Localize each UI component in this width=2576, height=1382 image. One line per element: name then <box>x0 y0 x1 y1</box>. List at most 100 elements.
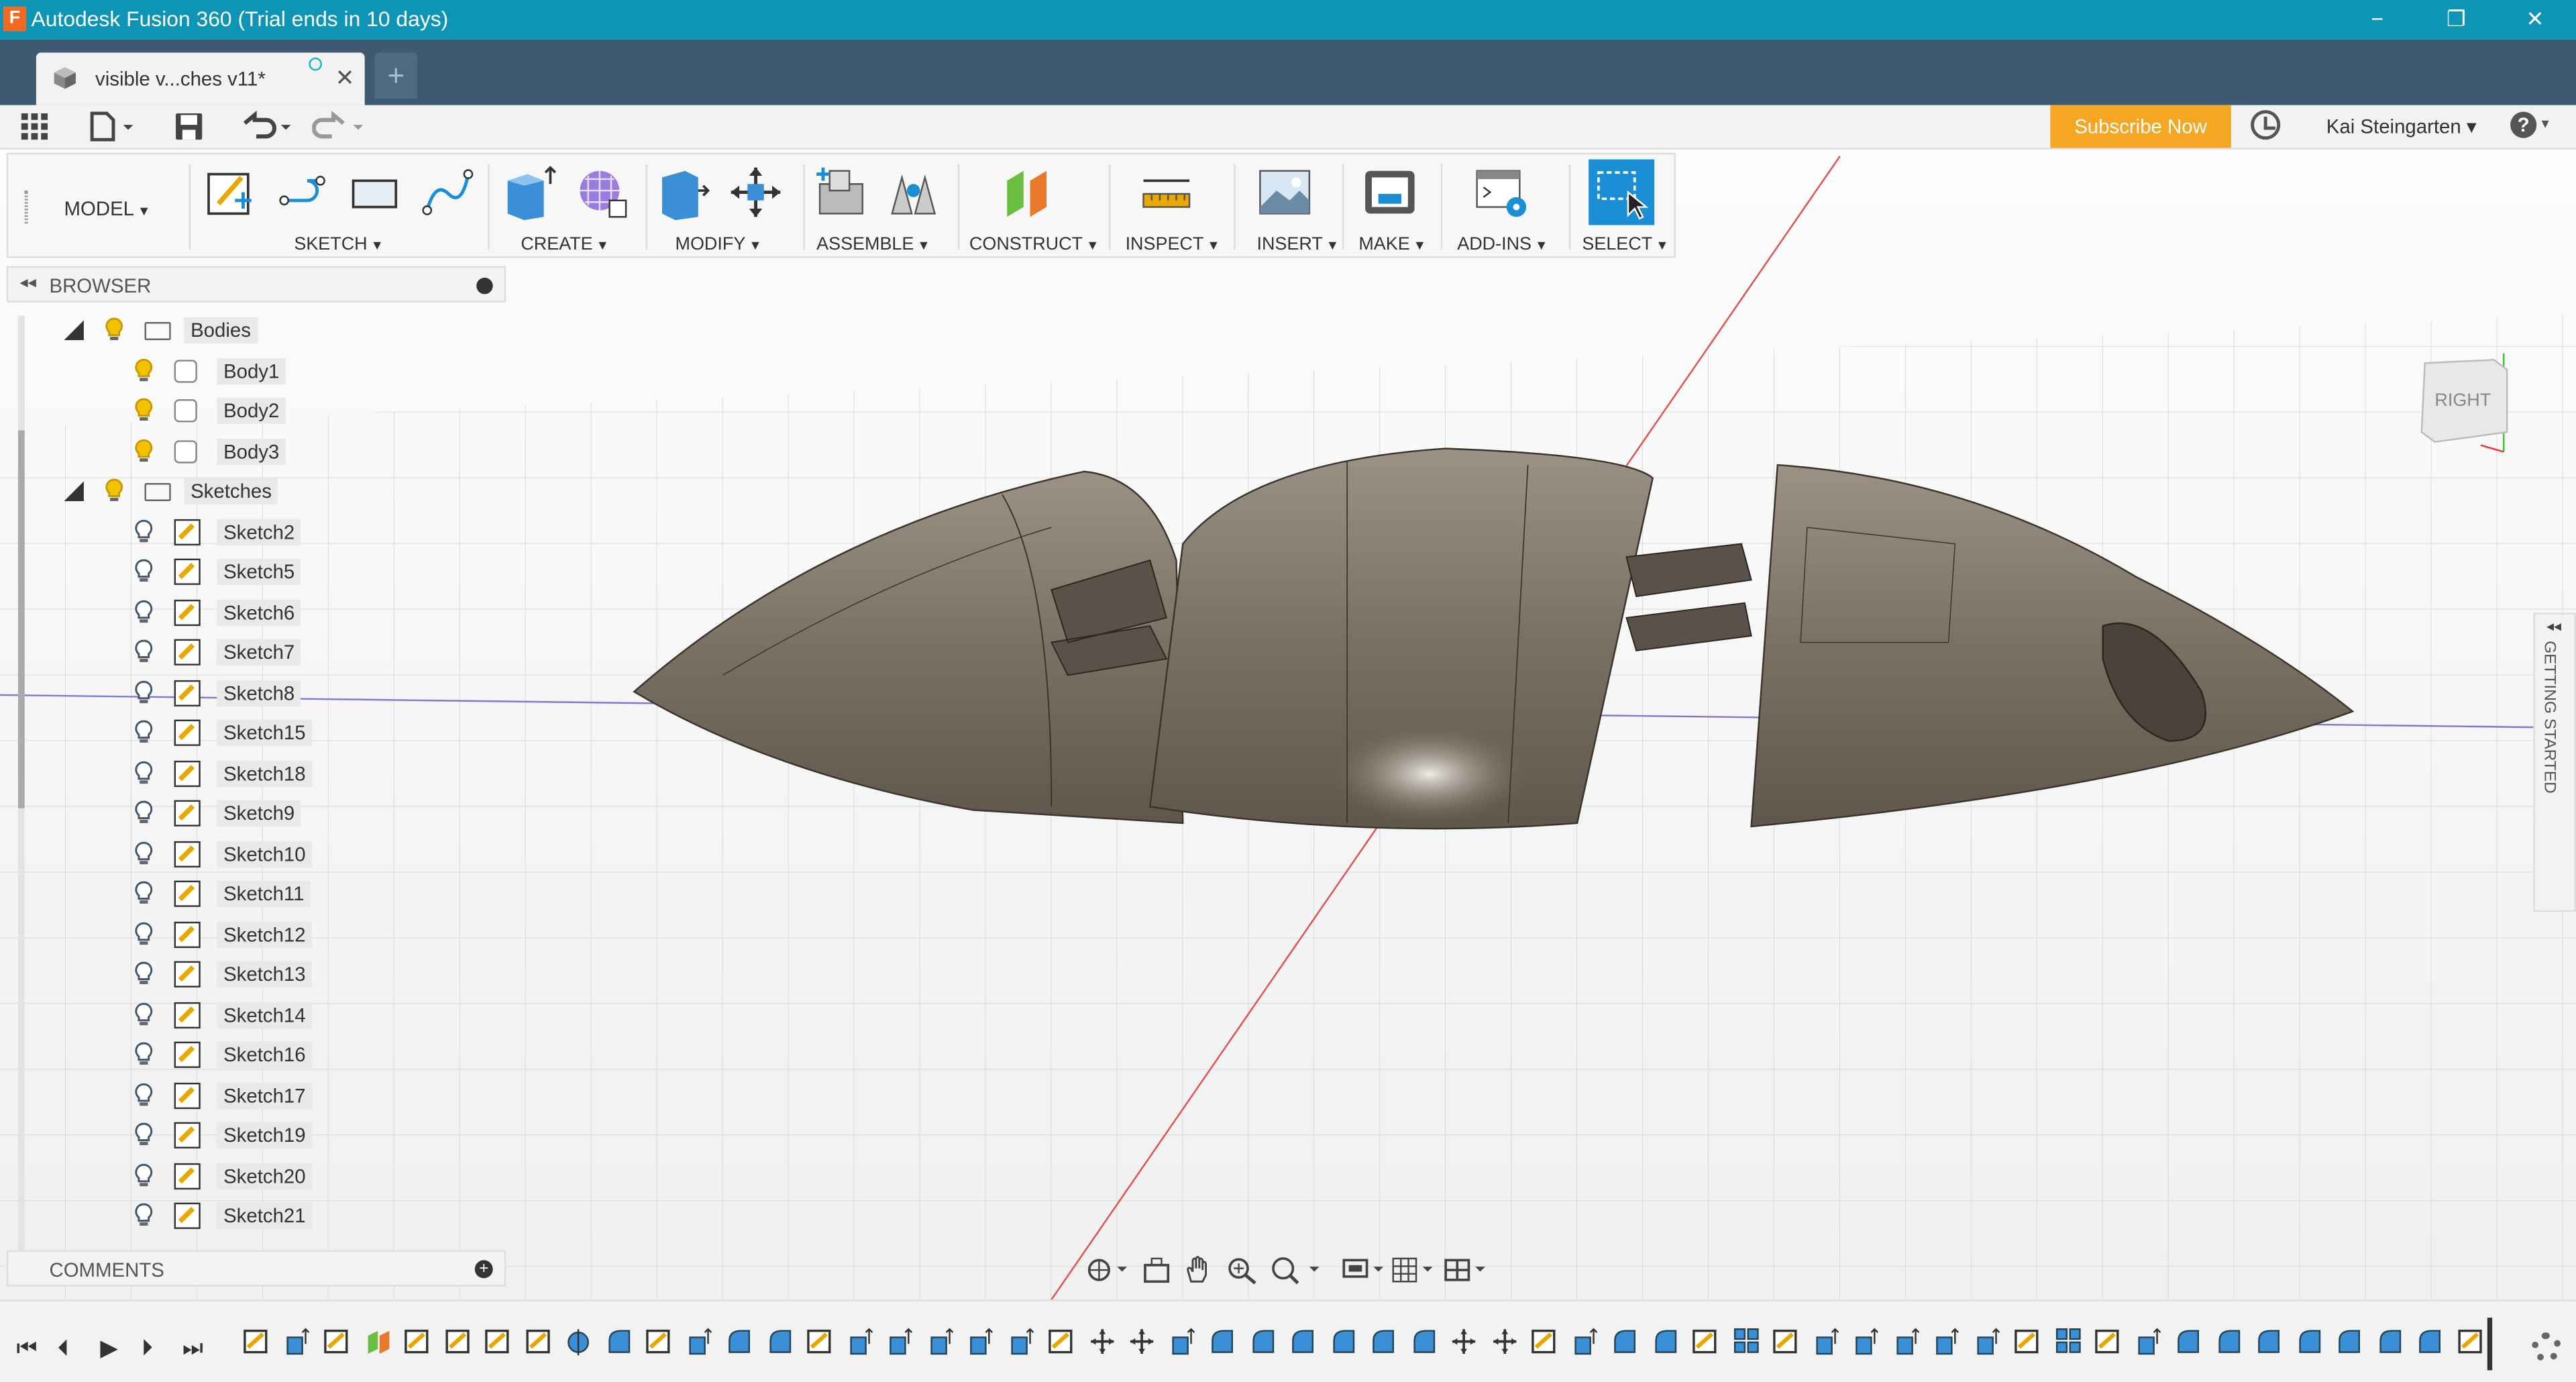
timeline-sketch-icon[interactable] <box>1692 1328 1718 1356</box>
visibility-bulb-icon[interactable] <box>135 1042 153 1067</box>
expand-panel-icon[interactable]: ◂◂ <box>2546 618 2561 636</box>
timeline-fillet-icon[interactable] <box>2416 1328 2443 1356</box>
visibility-bulb-icon[interactable] <box>135 961 153 986</box>
timeline-fillet-icon[interactable] <box>1249 1328 1275 1356</box>
timeline-move-icon[interactable] <box>1088 1328 1114 1356</box>
visibility-bulb-icon[interactable] <box>135 559 153 584</box>
browser-sketch-item[interactable]: Sketch13 <box>7 956 500 992</box>
timeline-fillet-icon[interactable] <box>2255 1328 2282 1356</box>
visibility-bulb-icon[interactable] <box>135 921 153 946</box>
timeline-sketch-icon[interactable] <box>2457 1328 2483 1356</box>
create-sketch-icon[interactable] <box>202 164 258 220</box>
browser-sketch-item[interactable]: Sketch17 <box>7 1077 500 1113</box>
timeline-sketch-icon[interactable] <box>404 1328 430 1356</box>
measure-icon[interactable] <box>1138 164 1194 220</box>
browser-sketch-item[interactable]: Sketch9 <box>7 795 500 831</box>
visibility-bulb-icon[interactable] <box>135 398 153 423</box>
timeline-fillet-icon[interactable] <box>1330 1328 1356 1356</box>
timeline-marker[interactable] <box>2487 1318 2493 1371</box>
comments-panel[interactable]: COMMENTS + <box>6 1250 506 1287</box>
grid-settings-icon[interactable] <box>1390 1255 1436 1285</box>
visibility-bulb-icon[interactable] <box>135 841 153 865</box>
timeline-fillet-icon[interactable] <box>1410 1328 1436 1356</box>
timeline-extrude-icon[interactable] <box>1893 1328 1919 1356</box>
timeline-sketch-icon[interactable] <box>1048 1328 1074 1356</box>
close-tab-button[interactable]: ✕ <box>335 64 355 93</box>
timeline-fillet-icon[interactable] <box>2336 1328 2362 1356</box>
timeline-sketch-icon[interactable] <box>2014 1328 2040 1356</box>
timeline-fillet-icon[interactable] <box>1611 1328 1638 1356</box>
visibility-bulb-icon[interactable] <box>135 1002 153 1026</box>
timeline-sketch-icon[interactable] <box>1772 1328 1799 1356</box>
redo-icon[interactable] <box>312 110 368 143</box>
modify-group-dropdown[interactable]: MODIFY ▼ <box>676 235 762 254</box>
user-menu[interactable]: Kai Steingarten ▾ <box>2326 115 2477 138</box>
visibility-bulb-icon[interactable] <box>135 1163 153 1187</box>
browser-sketch-item[interactable]: Sketch7 <box>7 634 500 670</box>
expand-toggle-icon[interactable] <box>64 320 84 340</box>
browser-sketch-item[interactable]: Sketch18 <box>7 755 500 791</box>
browser-body-item[interactable]: Body3 <box>7 433 500 469</box>
browser-sketch-item[interactable]: Sketch19 <box>7 1117 500 1153</box>
timeline-sketch-icon[interactable] <box>806 1328 833 1356</box>
sketch-group-dropdown[interactable]: SKETCH ▼ <box>294 235 384 254</box>
play-icon[interactable]: ▶ <box>100 1334 117 1363</box>
timeline-sketch-icon[interactable] <box>2094 1328 2121 1356</box>
insert-image-icon[interactable] <box>1256 164 1312 220</box>
close-window-button[interactable]: ✕ <box>2497 0 2573 40</box>
browser-folder-bodies-label[interactable]: Bodies <box>7 312 500 348</box>
timeline-fillet-icon[interactable] <box>766 1328 792 1356</box>
move-icon[interactable] <box>728 164 784 220</box>
timeline-sketch-icon[interactable] <box>645 1328 672 1356</box>
timeline-extrude-icon[interactable] <box>1853 1328 1879 1356</box>
inspect-group-dropdown[interactable]: INSPECT ▼ <box>1126 235 1220 254</box>
step-forward-icon[interactable]: ⏵ <box>142 1334 153 1363</box>
line-icon[interactable] <box>274 164 330 220</box>
help-dropdown-icon[interactable]: ▾ <box>2542 115 2549 133</box>
visibility-bulb-icon[interactable] <box>135 720 153 745</box>
timeline-extrude-icon[interactable] <box>1571 1328 1597 1356</box>
extrude-icon[interactable] <box>501 164 557 221</box>
subscribe-button[interactable]: Subscribe Now <box>2050 105 2231 148</box>
timeline-fillet-icon[interactable] <box>1209 1328 1235 1356</box>
joint-icon[interactable] <box>885 164 941 220</box>
rectangle-icon[interactable] <box>347 164 402 220</box>
save-icon[interactable] <box>174 110 204 143</box>
3d-print-icon[interactable] <box>1362 164 1417 220</box>
minimize-button[interactable]: − <box>2339 0 2415 40</box>
pan-hand-icon[interactable] <box>1183 1255 1216 1285</box>
select-group-dropdown[interactable]: SELECT ▼ <box>1582 235 1668 254</box>
timeline-extrude-icon[interactable] <box>686 1328 712 1356</box>
data-panel-grid-icon[interactable] <box>19 110 49 143</box>
timeline-extrude-icon[interactable] <box>1974 1328 2000 1356</box>
collapse-browser-icon[interactable]: ◂◂ <box>19 274 36 293</box>
visibility-bulb-icon[interactable] <box>135 760 153 785</box>
offset-plane-icon[interactable] <box>1000 164 1056 220</box>
construct-group-dropdown[interactable]: CONSTRUCT ▼ <box>969 235 1099 254</box>
spline-icon[interactable] <box>419 164 474 220</box>
zoom-icon[interactable] <box>1226 1255 1258 1285</box>
visibility-bulb-icon[interactable] <box>135 1082 153 1107</box>
timeline-extrude-icon[interactable] <box>967 1328 994 1356</box>
visibility-bulb-icon[interactable] <box>135 438 153 463</box>
timeline-extrude-icon[interactable] <box>1813 1328 1839 1356</box>
timeline-sketch-icon[interactable] <box>1531 1328 1557 1356</box>
timeline-fillet-icon[interactable] <box>1370 1328 1396 1356</box>
browser-sketch-item[interactable]: Sketch8 <box>7 674 500 710</box>
browser-sketch-item[interactable]: Sketch16 <box>7 1036 500 1073</box>
visibility-bulb-icon[interactable] <box>135 1122 153 1147</box>
expand-toggle-icon[interactable] <box>64 481 84 501</box>
form-icon[interactable] <box>574 164 629 220</box>
press-pull-icon[interactable] <box>655 164 711 221</box>
visibility-bulb-icon[interactable] <box>135 881 153 906</box>
timeline-plane-icon[interactable] <box>364 1328 390 1356</box>
addins-group-dropdown[interactable]: ADD-INS ▼ <box>1457 235 1548 254</box>
timeline-extrude-icon[interactable] <box>1169 1328 1195 1356</box>
browser-sketch-item[interactable]: Sketch20 <box>7 1157 500 1193</box>
timeline-pattern-icon[interactable] <box>1732 1328 1758 1356</box>
help-icon[interactable]: ? <box>2510 111 2537 138</box>
browser-body-item[interactable]: Body1 <box>7 352 500 388</box>
timeline-move-icon[interactable] <box>1450 1328 1477 1356</box>
browser-body-item[interactable]: Body2 <box>7 392 500 429</box>
browser-folder-sketches-label[interactable]: Sketches <box>7 473 500 509</box>
